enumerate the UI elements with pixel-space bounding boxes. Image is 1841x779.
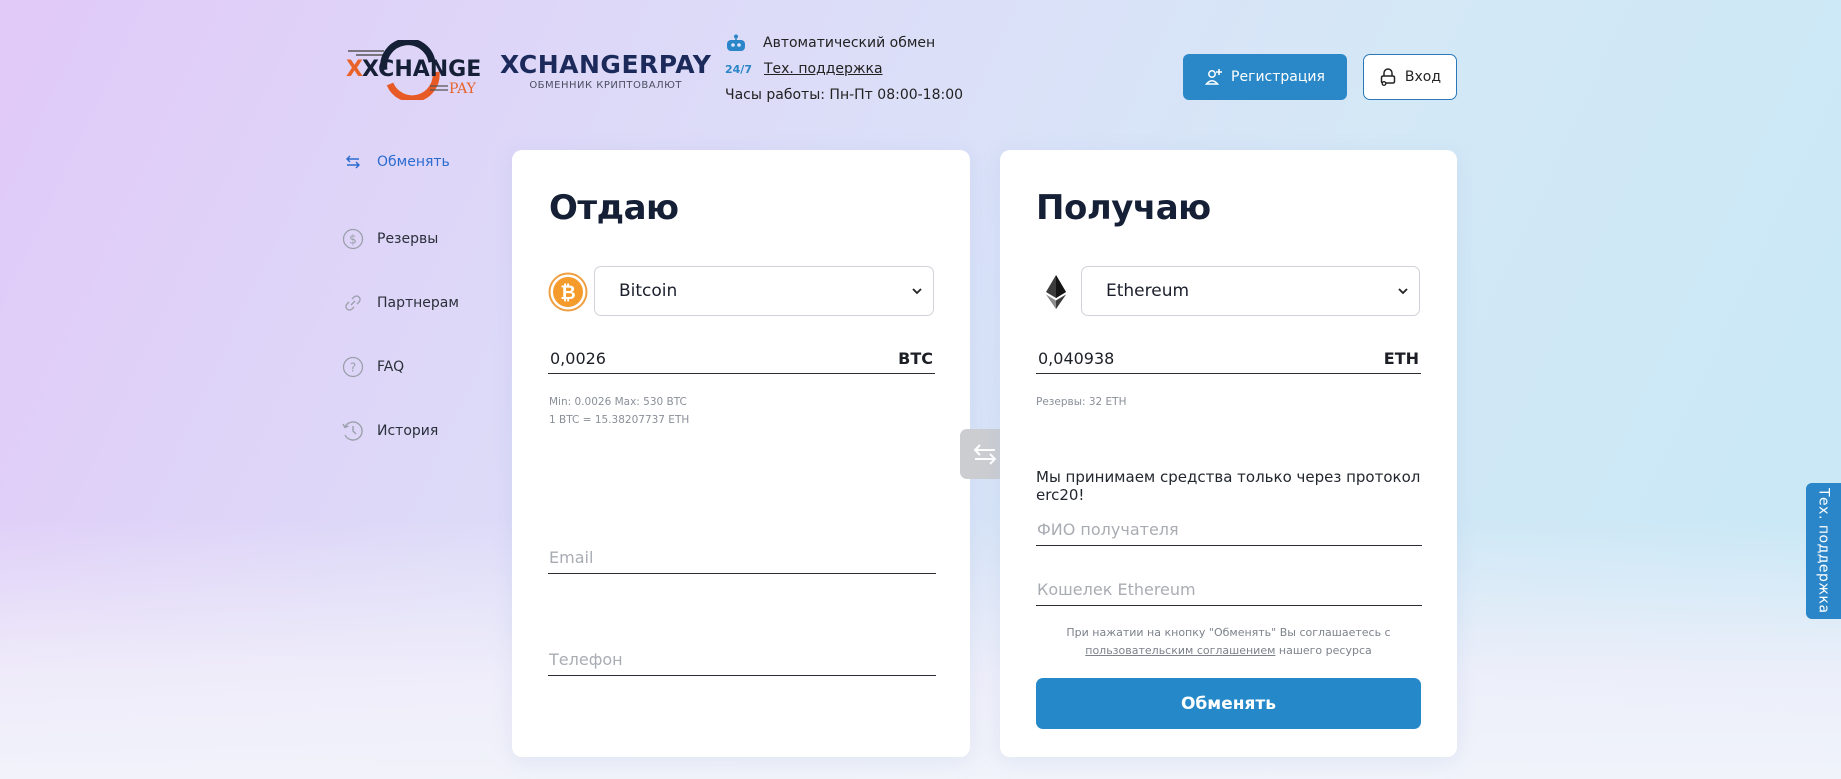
agreement-suffix: нашего ресурса <box>1278 644 1372 657</box>
user-agreement-link[interactable]: пользовательским соглашением <box>1085 644 1275 657</box>
protocol-notice: Мы принимаем средства только через прото… <box>1036 468 1421 504</box>
sidebar-item-label: FAQ <box>377 359 405 375</box>
chevron-down-icon <box>1398 288 1408 295</box>
receive-currency-value: Ethereum <box>1106 281 1190 301</box>
give-limits: Min: 0.0026 Max: 530 BTC <box>549 396 687 408</box>
agreement-prefix: При нажатии на кнопку "Обменять" Вы согл… <box>1066 626 1391 639</box>
receive-reserves: Резервы: 32 ETH <box>1036 396 1127 408</box>
phone-field[interactable]: Телефон <box>548 644 936 676</box>
register-label: Регистрация <box>1231 69 1325 85</box>
register-button[interactable]: Регистрация <box>1183 54 1347 100</box>
add-user-icon <box>1205 69 1223 85</box>
support-tab-label: Тех. поддержка <box>1815 488 1832 614</box>
sidebar-item-label: История <box>377 423 439 439</box>
give-currency-value: Bitcoin <box>619 281 678 301</box>
logo[interactable]: X XCHANGER PAY <box>346 38 498 103</box>
receive-card: Получаю Ethereum 0,040938 ETH Резервы: 3… <box>1000 150 1457 757</box>
wallet-field[interactable]: Кошелек Ethereum <box>1036 574 1422 606</box>
dollar-circle-icon: $ <box>341 227 365 251</box>
give-title: Отдаю <box>549 188 679 228</box>
exchange-button-label: Обменять <box>1180 693 1276 714</box>
badge-247: 24/7 <box>725 62 752 76</box>
lock-icon <box>1380 68 1396 86</box>
sidebar-item-partners[interactable]: Партнерам <box>341 271 459 335</box>
header-info: Автоматический обмен 24/7 Тех. поддержка… <box>725 30 963 108</box>
svg-text:₿: ₿ <box>560 282 575 304</box>
logo-text: XCHANGER <box>362 57 480 82</box>
give-hints: Min: 0.0026 Max: 530 BTC 1 BTC = 15.3820… <box>549 393 689 429</box>
brand: XCHANGERPAY ОБМЕННИК КРИПТОВАЛЮТ <box>500 50 711 91</box>
recipient-name-field[interactable]: ФИО получателя <box>1036 514 1422 546</box>
svg-text:?: ? <box>350 361 356 375</box>
login-button[interactable]: Вход <box>1363 54 1457 100</box>
link-icon <box>341 291 365 315</box>
bitcoin-icon: ₿ <box>548 272 588 312</box>
agreement-text: При нажатии на кнопку "Обменять" Вы согл… <box>1036 624 1421 660</box>
give-amount-value: 0,0026 <box>550 349 606 368</box>
sidebar-item-label: Резервы <box>377 231 439 247</box>
receive-amount-value: 0,040938 <box>1038 349 1115 368</box>
sidebar-item-history[interactable]: История <box>341 399 459 463</box>
receive-title: Получаю <box>1036 188 1211 228</box>
history-icon <box>341 419 365 443</box>
wallet-placeholder: Кошелек Ethereum <box>1037 580 1196 599</box>
receive-amount-input[interactable]: 0,040938 ETH <box>1036 344 1421 374</box>
chevron-down-icon <box>912 288 922 295</box>
support-tab[interactable]: Тех. поддержка <box>1806 483 1841 619</box>
exchange-button[interactable]: Обменять <box>1036 678 1421 729</box>
sidebar-item-faq[interactable]: ? FAQ <box>341 335 459 399</box>
sidebar-item-exchange[interactable]: Обменять <box>341 143 459 181</box>
login-label: Вход <box>1404 69 1442 85</box>
give-ticker: BTC <box>898 349 933 368</box>
brand-subtitle: ОБМЕННИК КРИПТОВАЛЮТ <box>529 80 683 91</box>
sidebar-item-label: Партнерам <box>377 295 459 311</box>
exchange-rate: 1 BTC = 15.38207737 ETH <box>549 414 690 426</box>
receive-ticker: ETH <box>1383 349 1419 368</box>
give-currency-select[interactable]: Bitcoin <box>594 266 934 316</box>
sidebar-item-label: Обменять <box>377 154 450 170</box>
recipient-name-placeholder: ФИО получателя <box>1037 520 1179 539</box>
working-hours: Часы работы: Пн-Пт 08:00-18:00 <box>725 87 964 103</box>
auto-exchange-label: Автоматический обмен <box>763 35 936 51</box>
logo-icon: X XCHANGER PAY <box>346 38 498 103</box>
svg-text:X: X <box>346 57 363 82</box>
swap-arrows-icon <box>973 444 997 465</box>
email-placeholder: Email <box>549 548 594 567</box>
logo-sub: PAY <box>449 81 477 97</box>
give-card: Отдаю ₿ Bitcoin 0,0026 BTC Min: 0.0026 M… <box>512 150 970 757</box>
ethereum-icon <box>1046 275 1066 309</box>
receive-currency-select[interactable]: Ethereum <box>1081 266 1420 316</box>
swap-arrows-icon <box>341 150 365 174</box>
sidebar: Обменять $ Резервы Партнерам ? FAQ Истор… <box>341 143 459 463</box>
sidebar-item-reserves[interactable]: $ Резервы <box>341 207 459 271</box>
brand-title: XCHANGERPAY <box>500 50 712 79</box>
question-circle-icon: ? <box>341 355 365 379</box>
email-field[interactable]: Email <box>548 542 936 574</box>
robot-icon <box>727 34 745 51</box>
phone-placeholder: Телефон <box>549 650 623 669</box>
give-amount-input[interactable]: 0,0026 BTC <box>548 344 935 374</box>
support-link[interactable]: Тех. поддержка <box>764 61 883 77</box>
svg-text:$: $ <box>349 233 357 247</box>
